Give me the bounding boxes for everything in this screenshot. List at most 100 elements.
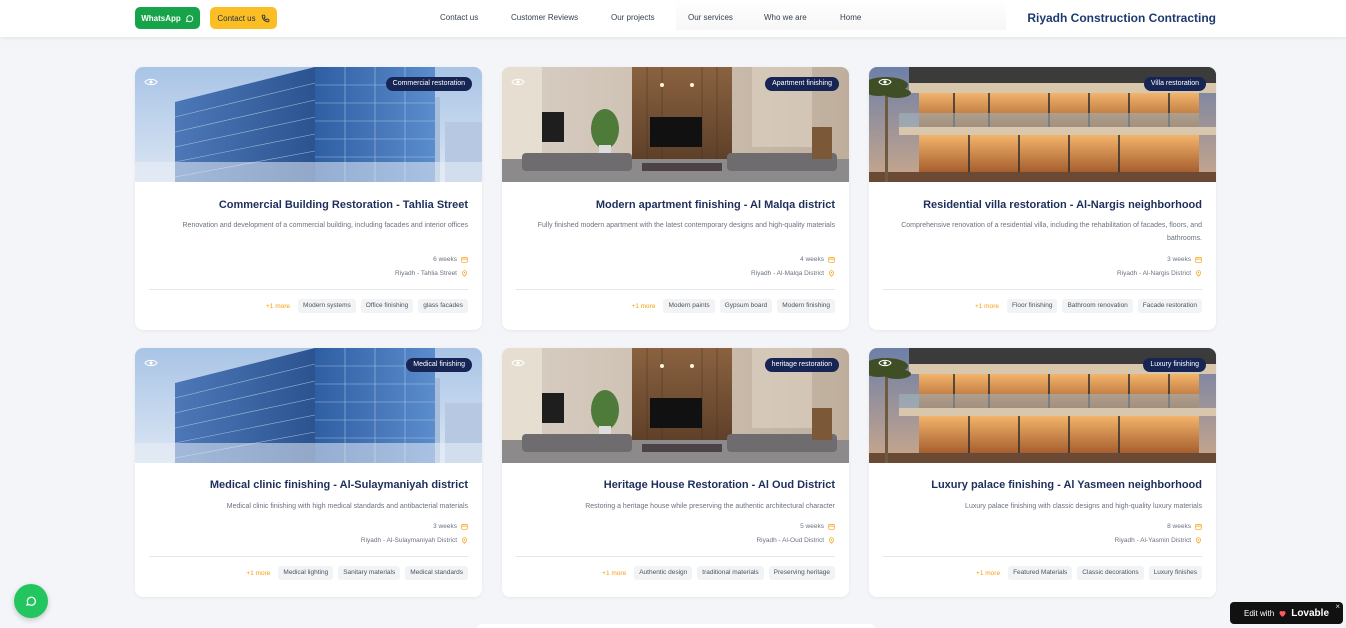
location-text: Riyadh - Al-Oud District bbox=[756, 537, 824, 544]
more-tags-link[interactable]: +1 more bbox=[266, 303, 290, 310]
location-text: Riyadh - Tahlia Street bbox=[394, 270, 457, 277]
location-text: Riyadh - Al-Sulaymaniyah District bbox=[360, 537, 457, 544]
map-pin-icon bbox=[829, 270, 834, 277]
tag: Preserving heritage bbox=[768, 566, 835, 580]
card-divider bbox=[149, 556, 468, 557]
map-pin-icon bbox=[829, 537, 834, 544]
eye-icon[interactable] bbox=[878, 358, 892, 368]
nav-our-services[interactable]: Our services bbox=[688, 13, 733, 22]
duration-text: 6 weeks bbox=[433, 256, 457, 263]
location-text: Riyadh - Al-Yasmin District bbox=[1114, 537, 1191, 544]
project-duration: 6 weeks bbox=[433, 256, 468, 263]
tag: Classic decorations bbox=[1077, 566, 1144, 580]
whatsapp-button-label: WhatsApp bbox=[141, 13, 181, 23]
location-text: Riyadh - Al-Nargis District bbox=[1116, 270, 1191, 277]
project-description: Luxury palace finishing with classic des… bbox=[965, 503, 1202, 510]
tag: Sanitary materials bbox=[338, 566, 401, 580]
project-card[interactable]: Villa restoration Residential villa rest… bbox=[869, 67, 1216, 330]
phone-icon bbox=[261, 14, 269, 22]
category-badge: Villa restoration bbox=[1143, 77, 1206, 91]
tag: Bathroom renovation bbox=[1062, 299, 1133, 313]
tag: Medical lighting bbox=[278, 566, 334, 580]
nav-contact-us[interactable]: Contact us bbox=[440, 13, 478, 22]
tag-list: +1 more Authentic design traditional mat… bbox=[602, 566, 835, 580]
tag: Modern systems bbox=[298, 299, 356, 313]
tag: Authentic design bbox=[634, 566, 693, 580]
nav-home[interactable]: Home bbox=[840, 13, 861, 22]
tag-list: +1 more Modern systems Office finishing … bbox=[266, 299, 468, 313]
category-badge: Medical finishing bbox=[406, 358, 472, 372]
next-section-edge bbox=[476, 624, 876, 628]
calendar-icon bbox=[461, 257, 468, 263]
eye-icon[interactable] bbox=[144, 358, 158, 368]
card-divider bbox=[149, 289, 468, 290]
chat-bubble-icon bbox=[185, 14, 194, 22]
project-title: Modern apartment finishing - Al Malqa di… bbox=[595, 199, 835, 211]
calendar-icon bbox=[1195, 257, 1202, 263]
map-pin-icon bbox=[462, 270, 467, 277]
project-location: Riyadh - Al-Sulaymaniyah District bbox=[361, 537, 468, 544]
close-icon[interactable]: × bbox=[1335, 602, 1340, 611]
duration-text: 3 weeks bbox=[433, 523, 457, 530]
edit-with-lovable-badge[interactable]: Edit with Lovable × bbox=[1230, 602, 1343, 624]
category-badge: heritage restoration bbox=[764, 358, 839, 372]
nav-our-projects[interactable]: Our projects bbox=[611, 13, 655, 22]
card-divider bbox=[516, 289, 835, 290]
location-text: Riyadh - Al-Malqa District bbox=[751, 270, 824, 277]
project-duration: 3 weeks bbox=[433, 523, 468, 530]
project-card[interactable]: Medical finishing Medical clinic finishi… bbox=[135, 348, 482, 597]
project-location: Riyadh - Al-Malqa District bbox=[751, 270, 835, 277]
floating-chat-button[interactable] bbox=[14, 584, 48, 618]
whatsapp-button[interactable]: WhatsApp bbox=[135, 7, 200, 29]
project-duration: 5 weeks bbox=[800, 523, 835, 530]
nav-who-we-are[interactable]: Who we are bbox=[764, 13, 807, 22]
more-tags-link[interactable]: +1 more bbox=[246, 570, 270, 577]
more-tags-link[interactable]: +1 more bbox=[976, 570, 1000, 577]
tag: Facade restoration bbox=[1137, 299, 1202, 313]
tag-list: +1 more Featured Materials Classic decor… bbox=[976, 566, 1202, 580]
duration-text: 4 weeks bbox=[800, 256, 824, 263]
project-card[interactable]: heritage restoration Heritage House Rest… bbox=[502, 348, 849, 597]
more-tags-link[interactable]: +1 more bbox=[631, 303, 655, 310]
category-badge: Apartment finishing bbox=[765, 77, 839, 91]
tag: Gypsum board bbox=[719, 299, 773, 313]
map-pin-icon bbox=[1196, 537, 1201, 544]
project-description: Comprehensive renovation of a residentia… bbox=[901, 222, 1202, 242]
project-location: Riyadh - Tahlia Street bbox=[395, 270, 468, 277]
more-tags-link[interactable]: +1 more bbox=[975, 303, 999, 310]
brand-name[interactable]: Riyadh Construction Contracting bbox=[1027, 11, 1216, 25]
eye-icon[interactable] bbox=[511, 358, 525, 368]
tag: glass facades bbox=[418, 299, 468, 313]
lovable-prefix: Edit with bbox=[1243, 608, 1275, 618]
tag: Floor finishing bbox=[1006, 299, 1058, 313]
eye-icon[interactable] bbox=[144, 77, 158, 87]
tag: Modern paints bbox=[663, 299, 715, 313]
project-location: Riyadh - Al-Nargis District bbox=[1117, 270, 1202, 277]
project-card[interactable]: Luxury finishing Luxury palace finishing… bbox=[869, 348, 1216, 597]
eye-icon[interactable] bbox=[878, 77, 892, 87]
project-card[interactable]: Commercial restoration Commercial Buildi… bbox=[135, 67, 482, 330]
more-tags-link[interactable]: +1 more bbox=[602, 570, 626, 577]
project-location: Riyadh - Al-Oud District bbox=[756, 537, 835, 544]
calendar-icon bbox=[828, 524, 835, 530]
tag: traditional materials bbox=[697, 566, 764, 580]
project-title: Luxury palace finishing - Al Yasmeen nei… bbox=[931, 479, 1202, 491]
site-header: WhatsApp Contact us Contact us Customer … bbox=[0, 0, 1346, 37]
project-card[interactable]: Apartment finishing Modern apartment fin… bbox=[502, 67, 849, 330]
project-description: Renovation and development of a commerci… bbox=[182, 222, 469, 229]
chat-bubble-icon bbox=[26, 596, 36, 606]
duration-text: 5 weeks bbox=[800, 523, 824, 530]
calendar-icon bbox=[828, 257, 835, 263]
project-title: Medical clinic finishing - Al-Sulaymaniy… bbox=[209, 479, 468, 491]
project-location: Riyadh - Al-Yasmin District bbox=[1115, 537, 1202, 544]
calendar-icon bbox=[1195, 524, 1202, 530]
eye-icon[interactable] bbox=[511, 77, 525, 87]
lovable-brand: Lovable bbox=[1291, 607, 1330, 619]
project-duration: 8 weeks bbox=[1167, 523, 1202, 530]
project-duration: 4 weeks bbox=[800, 256, 835, 263]
nav-customer-reviews[interactable]: Customer Reviews bbox=[511, 13, 578, 22]
contact-us-button[interactable]: Contact us bbox=[210, 7, 277, 29]
map-pin-icon bbox=[1196, 270, 1201, 277]
project-duration: 3 weeks bbox=[1167, 256, 1202, 263]
tag-list: +1 more Modern paints Gypsum board Moder… bbox=[631, 299, 835, 313]
